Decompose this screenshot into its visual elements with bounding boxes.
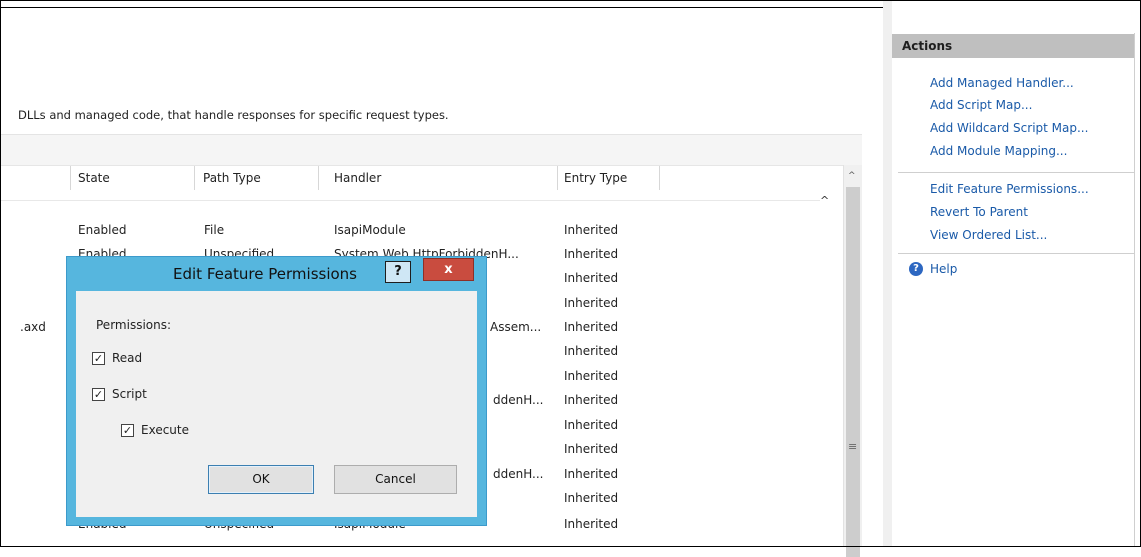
window-frame <box>0 0 1141 547</box>
